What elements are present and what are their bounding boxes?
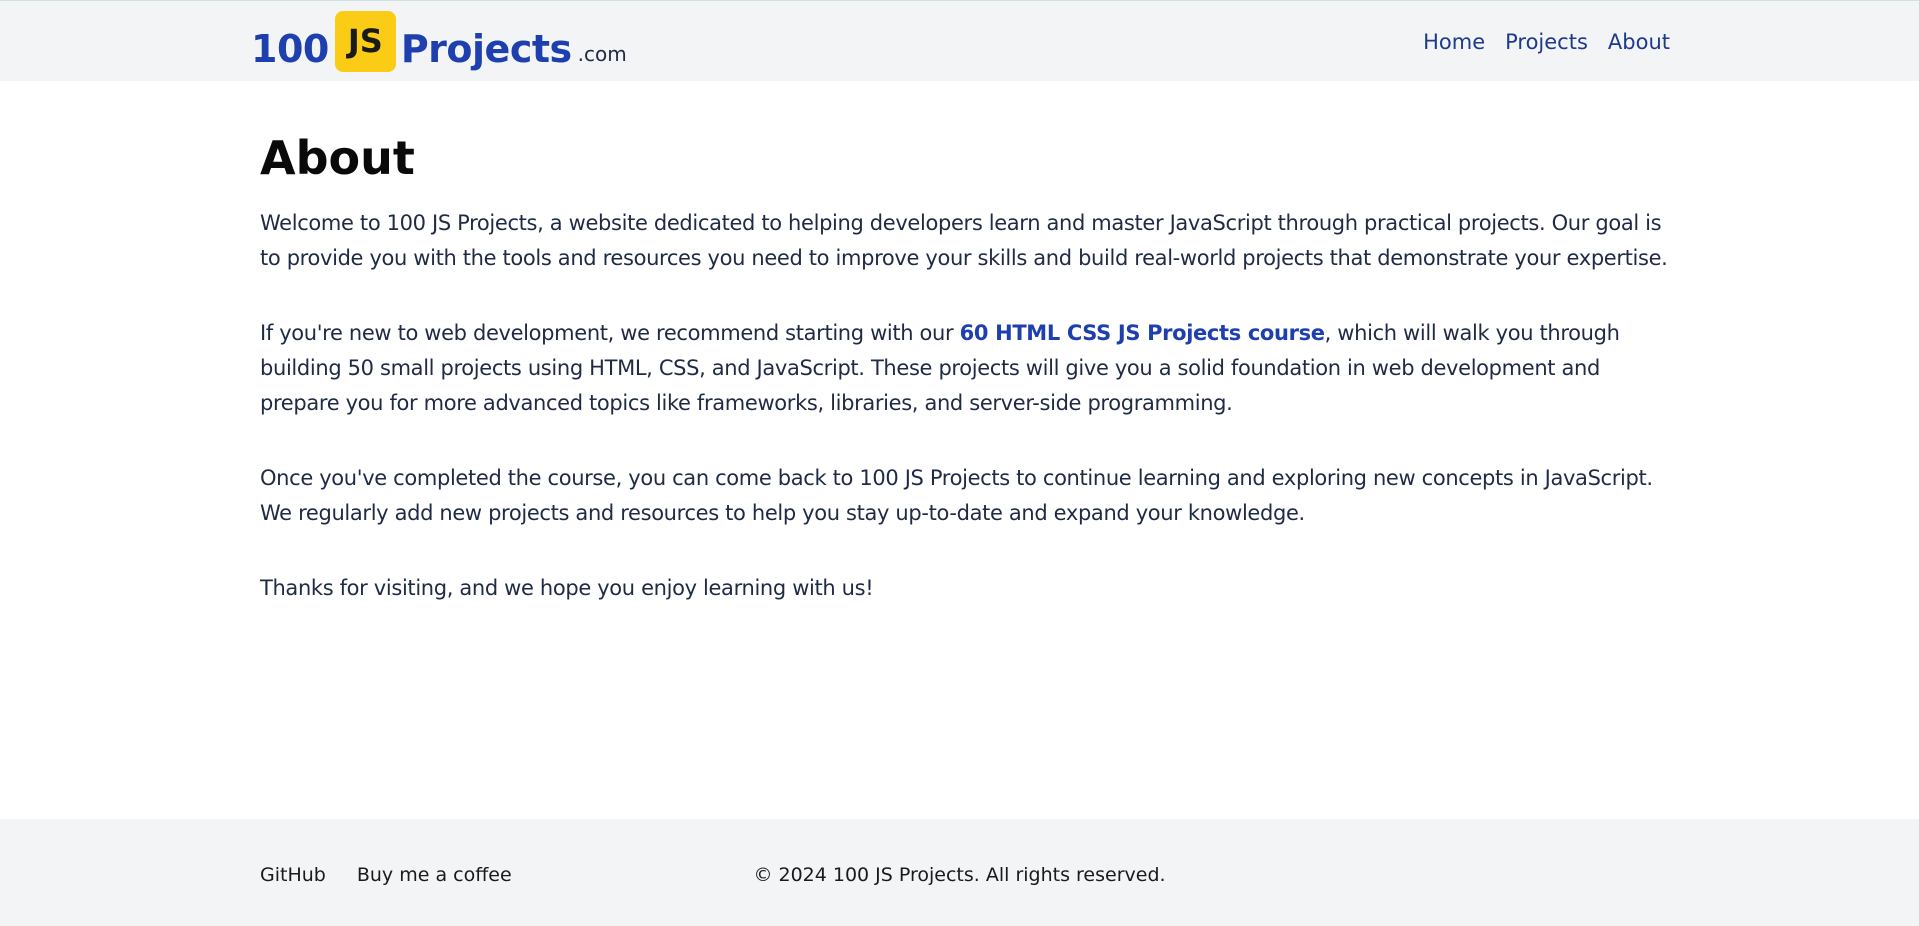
- continue-paragraph: Once you've completed the course, you ca…: [260, 466, 1653, 525]
- nav-link-home[interactable]: Home: [1423, 25, 1485, 59]
- site-footer: GitHub Buy me a coffee © 2024 100 JS Pro…: [0, 819, 1919, 926]
- copyright-text: © 2024 100 JS Projects. All rights reser…: [753, 864, 1166, 886]
- thanks-paragraph: Thanks for visiting, and we hope you enj…: [260, 576, 874, 600]
- logo-tld: .com: [577, 42, 627, 66]
- logo-js-badge: JS: [334, 11, 396, 72]
- course-paragraph-lead: If you're new to web development, we rec…: [260, 321, 960, 345]
- course-paragraph: If you're new to web development, we rec…: [260, 316, 1670, 421]
- logo-number: 100: [251, 27, 329, 71]
- intro-paragraph: Welcome to 100 JS Projects, a website de…: [260, 211, 1668, 270]
- site-logo[interactable]: 100 JS Projects .com: [251, 11, 627, 73]
- page-title: About: [260, 131, 415, 185]
- nav-link-about[interactable]: About: [1608, 25, 1670, 59]
- logo-word: Projects: [400, 27, 572, 71]
- site-header: 100 JS Projects .com Home Projects About: [0, 0, 1919, 81]
- course-link[interactable]: 60 HTML CSS JS Projects course: [960, 321, 1325, 345]
- about-content: About Welcome to 100 JS Projects, a webs…: [260, 128, 1670, 646]
- main-nav: Home Projects About: [1423, 25, 1670, 59]
- nav-link-projects[interactable]: Projects: [1505, 25, 1588, 59]
